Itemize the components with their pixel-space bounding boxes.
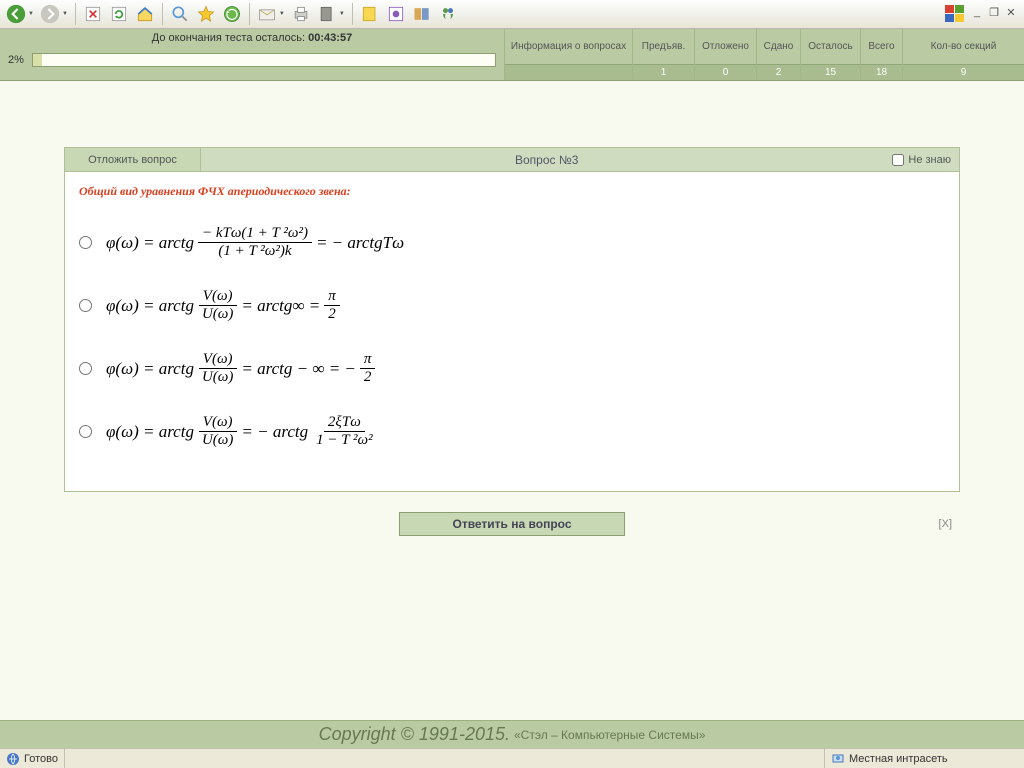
forward-button[interactable] [38,2,62,26]
question-body: Общий вид уравнения ФЧХ апериодического … [65,172,959,491]
refresh-button[interactable] [107,2,131,26]
edit-dropdown-icon[interactable]: ▼ [339,11,345,17]
option-b-formula: φ(ω) = arctg V(ω)U(ω) = arctg∞ = π2 [102,282,346,329]
option-d-radio[interactable] [79,425,92,438]
progress-bar [32,53,496,67]
research-button[interactable] [410,2,434,26]
mail-dropdown-icon[interactable]: ▼ [279,11,285,17]
print-button[interactable] [289,2,313,26]
status-bar: Готово Местная интрасеть [0,748,1024,768]
discuss-button[interactable] [358,2,382,26]
edit-button[interactable] [315,2,339,26]
progress-percent: 2% [8,54,24,66]
submitted-label: Сдано [757,29,800,64]
presented-label: Предъяв. [633,29,694,64]
stop-button[interactable] [81,2,105,26]
presented-val: 1 [633,64,694,80]
back-button[interactable] [4,2,28,26]
messenger-button[interactable] [436,2,460,26]
option-a-formula: φ(ω) = arctg − kTω(1 + T ²ω²)(1 + T ²ω²)… [102,219,408,266]
minimize-button[interactable]: _ [970,5,984,19]
browser-toolbar: ▼ ▼ ▼ ▼ [0,0,1024,29]
back-dropdown-icon[interactable]: ▼ [28,11,34,17]
option-b: φ(ω) = arctg V(ω)U(ω) = arctg∞ = π2 [79,282,945,329]
postponed-val: 0 [695,64,756,80]
search-button[interactable] [168,2,192,26]
close-button[interactable]: ✕ [1004,5,1018,19]
question-text: Общий вид уравнения ФЧХ апериодического … [79,184,945,199]
info-val [505,64,632,80]
status-ready: Готово [0,749,65,768]
timer-row: До окончания теста осталось: 00:43:57 [0,29,504,47]
test-header: До окончания теста осталось: 00:43:57 2%… [0,29,1024,81]
copyright-text: Copyright © 1991-2015. [319,724,510,745]
ie-icon [6,752,20,766]
page-footer: Copyright © 1991-2015. «Стэл – Компьютер… [0,720,1024,748]
sections-label: Кол-во секций [903,29,1024,64]
total-val: 18 [861,64,902,80]
option-c-formula: φ(ω) = arctg V(ω)U(ω) = arctg − ∞ = − π2 [102,345,381,392]
restore-button[interactable]: ❐ [987,5,1001,19]
window-controls: _ ❐ ✕ [970,5,1018,19]
remaining-label: Осталось [801,29,860,64]
option-c-radio[interactable] [79,362,92,375]
submitted-val: 2 [757,64,800,80]
option-b-radio[interactable] [79,299,92,312]
info-label: Информация о вопросах [505,29,632,64]
option-a: φ(ω) = arctg − kTω(1 + T ²ω²)(1 + T ²ω²)… [79,219,945,266]
timer-value: 00:43:57 [308,32,352,44]
windows-flag-icon [944,4,966,24]
x-link[interactable]: [X] [939,518,952,530]
postpone-button[interactable]: Отложить вопрос [65,148,201,171]
option-d: φ(ω) = arctg V(ω)U(ω) = − arctg 2ξTω1 − … [79,408,945,455]
timer-label: До окончания теста осталось: [152,32,308,44]
option-d-formula: φ(ω) = arctg V(ω)U(ω) = − arctg 2ξTω1 − … [102,408,383,455]
actions-row: Ответить на вопрос [X] [64,512,960,536]
sections-val: 9 [903,64,1024,80]
dontknow-label[interactable]: Не знаю [892,154,959,166]
content-area: Отложить вопрос Вопрос №3 Не знаю Общий … [0,81,1024,720]
postponed-label: Отложено [695,29,756,64]
forward-dropdown-icon[interactable]: ▼ [62,11,68,17]
company-text: «Стэл – Компьютерные Системы» [514,728,705,742]
intranet-icon [831,752,845,766]
option-a-radio[interactable] [79,236,92,249]
question-panel: Отложить вопрос Вопрос №3 Не знаю Общий … [64,147,960,492]
progress-row: 2% [0,47,504,73]
dontknow-checkbox[interactable] [892,154,904,166]
favorites-button[interactable] [194,2,218,26]
notes-button[interactable] [384,2,408,26]
status-zone: Местная интрасеть [824,749,1024,768]
home-button[interactable] [133,2,157,26]
remaining-val: 15 [801,64,860,80]
answer-button[interactable]: Ответить на вопрос [399,512,625,536]
question-header: Отложить вопрос Вопрос №3 Не знаю [65,148,959,172]
option-c: φ(ω) = arctg V(ω)U(ω) = arctg − ∞ = − π2 [79,345,945,392]
total-label: Всего [861,29,902,64]
question-number: Вопрос №3 [201,153,892,167]
history-button[interactable] [220,2,244,26]
mail-button[interactable] [255,2,279,26]
